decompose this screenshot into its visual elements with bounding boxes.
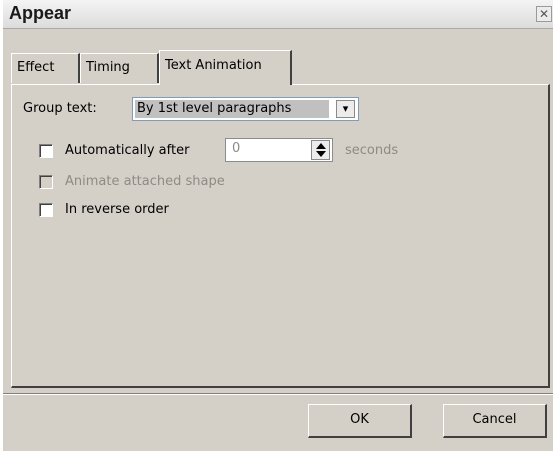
tab-timing[interactable]: Timing [80,53,159,83]
animate-attached-shape-label: Animate attached shape [65,174,225,189]
tab-effect[interactable]: Effect [11,53,80,83]
automatically-after-label: Automatically after [65,143,190,158]
arrow-up-icon[interactable] [316,143,326,149]
animate-attached-shape-checkbox[interactable] [39,175,53,189]
reverse-order-checkbox[interactable] [39,203,53,217]
cancel-button[interactable]: Cancel [443,404,547,438]
group-text-select[interactable]: By 1st level paragraphs ▾ [132,97,359,121]
title-bar[interactable]: Appear ✕ [3,0,553,29]
seconds-unit-label: seconds [345,143,399,158]
reverse-order-label: In reverse order [65,202,169,217]
spinner-buttons[interactable] [311,140,330,160]
divider [3,393,553,395]
seconds-spinner[interactable]: 0 [225,138,333,162]
appear-dialog: Appear ✕ Effect Timing Text Animation Gr… [2,0,553,451]
tab-text-animation[interactable]: Text Animation [159,50,292,85]
chevron-down-icon[interactable]: ▾ [336,100,355,118]
seconds-value: 0 [232,141,241,156]
close-icon[interactable]: ✕ [536,6,552,22]
ok-button[interactable]: OK [308,404,412,438]
dialog-title: Appear [9,3,72,23]
group-text-value: By 1st level paragraphs [135,100,329,118]
tab-panel [11,84,550,388]
automatically-after-checkbox[interactable] [39,144,53,158]
group-text-label: Group text: [23,101,97,116]
arrow-down-icon[interactable] [316,151,326,157]
